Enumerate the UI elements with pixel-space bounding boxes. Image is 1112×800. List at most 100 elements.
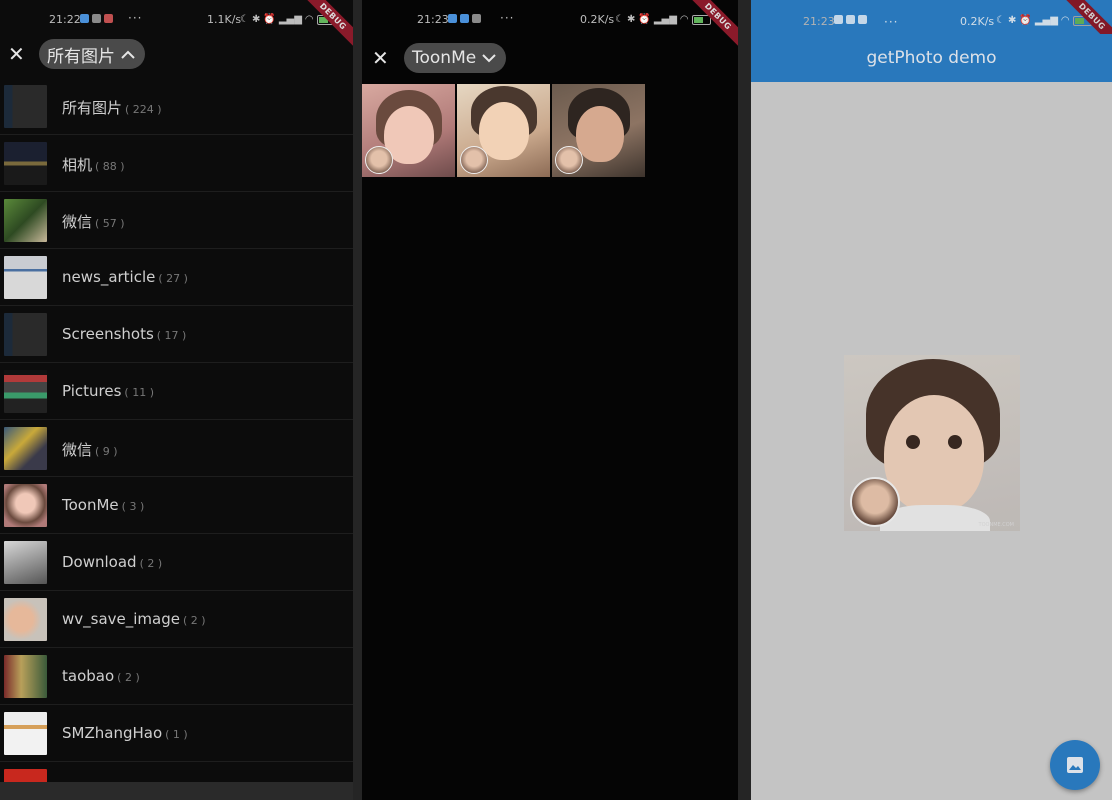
album-row[interactable]: Download( 2 ) [0, 534, 353, 591]
album-row[interactable]: ToonMe( 3 ) [0, 477, 353, 534]
status-time: 21:23 [803, 15, 835, 28]
app-notification-icon [834, 15, 843, 24]
wifi-icon: ◠ [304, 14, 314, 25]
album-count: ( 9 ) [95, 445, 118, 458]
album-count: ( 2 ) [139, 557, 163, 570]
album-name: SMZhangHao [62, 724, 163, 742]
bluetooth-icon: ✱ [626, 14, 636, 25]
album-count: ( 88 ) [95, 160, 125, 173]
moon-icon: ☾ [615, 14, 624, 25]
more-notifications-icon: ··· [500, 11, 515, 25]
system-icons: ☾ ✱ ⏰ ▂▄▆ ◠ [996, 15, 1092, 26]
avatar [460, 146, 488, 174]
album-row[interactable]: Screenshots( 17 ) [0, 306, 353, 363]
album-label: ToonMe( 3 ) [62, 496, 144, 514]
album-list: 所有图片( 224 ) 相机( 88 ) 微信( 57 ) news_article(… [0, 78, 353, 800]
album-row[interactable]: news_article( 27 ) [0, 249, 353, 306]
album-row[interactable]: wv_save_image( 2 ) [0, 591, 353, 648]
album-count: ( 1 ) [165, 728, 188, 741]
album-label: wv_save_image( 2 ) [62, 610, 206, 628]
avatar [555, 146, 583, 174]
album-row[interactable]: 微信( 9 ) [0, 420, 353, 477]
album-count: ( 57 ) [95, 217, 125, 230]
notification-icons [80, 14, 113, 23]
avatar [365, 146, 393, 174]
more-notifications-icon: ··· [128, 11, 143, 25]
wifi-icon: ◠ [679, 14, 689, 25]
album-label: Pictures( 11 ) [62, 382, 154, 400]
network-speed: 1.1K/s [207, 13, 242, 26]
status-bar: 21:22 ··· 1.1K/s ☾ ✱ ⏰ ▂▄▆ ◠ [0, 10, 353, 30]
album-thumbnail [4, 598, 47, 641]
status-time: 21:22 [49, 13, 81, 26]
album-count: ( 11 ) [124, 386, 154, 399]
bluetooth-icon: ✱ [251, 14, 261, 25]
album-selector-label: 所有图片 [47, 46, 115, 67]
album-count: ( 2 ) [182, 614, 206, 627]
album-thumbnail [4, 655, 47, 698]
album-row[interactable]: taobao( 2 ) [0, 648, 353, 705]
album-count: ( 27 ) [158, 272, 188, 285]
avatar [850, 477, 900, 527]
alarm-icon: ⏰ [263, 14, 276, 25]
album-thumbnail [4, 313, 47, 356]
app-notification-icon [80, 14, 89, 23]
app-notification-icon [92, 14, 101, 23]
album-row[interactable]: 相机( 88 ) [0, 135, 353, 192]
album-row[interactable]: 所有图片( 224 ) [0, 78, 353, 135]
album-picker-screen: 21:22 ··· 1.1K/s ☾ ✱ ⏰ ▂▄▆ ◠ DEBUG ✕ 所有图… [0, 0, 353, 800]
album-thumbnail [4, 541, 47, 584]
album-selector-label: ToonMe [412, 48, 477, 68]
status-time: 21:23 [417, 13, 449, 26]
system-icons: ☾ ✱ ⏰ ▂▄▆ ◠ [615, 14, 711, 25]
album-selector[interactable]: ToonMe [404, 43, 507, 73]
bluetooth-icon: ✱ [1007, 15, 1017, 26]
status-bar: 21:23 ··· 0.2K/s ☾ ✱ ⏰ ▂▄▆ ◠ [362, 10, 738, 30]
close-icon[interactable]: ✕ [372, 48, 389, 68]
album-selector[interactable]: 所有图片 [39, 39, 145, 69]
album-label: Download( 2 ) [62, 553, 162, 571]
alarm-icon: ⏰ [638, 14, 651, 25]
album-row[interactable]: SMZhangHao( 1 ) [0, 705, 353, 762]
photo-thumbnail[interactable] [457, 84, 550, 177]
app-notification-icon [472, 14, 481, 23]
album-thumbnail [4, 199, 47, 242]
right-eye [948, 435, 962, 449]
app-notification-icon [858, 15, 867, 24]
album-thumbnail [4, 712, 47, 755]
status-bar: 21:23 ··· 0.2K/s ☾ ✱ ⏰ ▂▄▆ ◠ [751, 0, 1112, 34]
album-name: 所有图片 [62, 99, 123, 117]
album-count: ( 2 ) [117, 671, 140, 684]
moon-icon: ☾ [240, 14, 249, 25]
photo-thumbnail[interactable] [362, 84, 455, 177]
close-icon[interactable]: ✕ [8, 44, 25, 64]
signal-icon: ▂▄▆ [278, 14, 302, 25]
album-count: ( 224 ) [125, 103, 162, 116]
app-notification-icon [460, 14, 469, 23]
album-label: news_article( 27 ) [62, 268, 188, 286]
app-notification-icon [846, 15, 855, 24]
chevron-up-icon [121, 50, 135, 59]
photo-thumbnail[interactable] [552, 84, 645, 177]
album-name: taobao [62, 667, 115, 685]
album-label: 微信( 9 ) [62, 439, 118, 460]
album-row[interactable]: 微信( 57 ) [0, 192, 353, 249]
album-row[interactable]: Pictures( 11 ) [0, 363, 353, 420]
app-notification-icon [104, 14, 113, 23]
album-thumbnail [4, 256, 47, 299]
album-name: Download [62, 553, 137, 571]
album-name: 微信 [62, 441, 93, 459]
album-label: SMZhangHao( 1 ) [62, 724, 188, 742]
album-name: news_article [62, 268, 156, 286]
album-name: 相机 [62, 156, 93, 174]
more-notifications-icon: ··· [884, 15, 899, 29]
app-bar: getPhoto demo [751, 34, 1112, 82]
album-label: 相机( 88 ) [62, 154, 125, 175]
pick-photo-button[interactable] [1050, 740, 1100, 790]
photo-grid-screen: 21:23 ··· 0.2K/s ☾ ✱ ⏰ ▂▄▆ ◠ DEBUG ✕ Too… [362, 0, 738, 800]
album-thumbnail [4, 85, 47, 128]
watermark: TOONME.COM [978, 522, 1014, 528]
moon-icon: ☾ [996, 15, 1005, 26]
wifi-icon: ◠ [1060, 15, 1070, 26]
network-speed: 0.2K/s [960, 15, 995, 28]
